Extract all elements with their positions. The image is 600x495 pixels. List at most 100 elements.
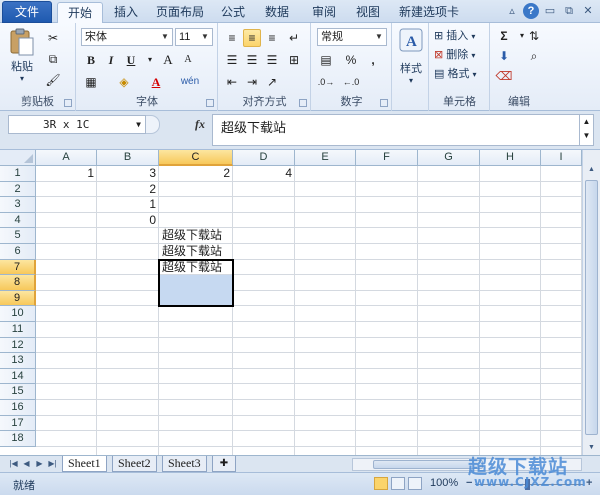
increase-font-button[interactable]: A [159,51,177,69]
tab-view[interactable]: 视图 [350,2,386,23]
cell-c1[interactable]: 2 [159,166,233,182]
clear-icon[interactable]: ⌫ [495,67,513,85]
tab-home[interactable]: 开始 [57,2,103,24]
row-header-15[interactable]: 15 [0,384,36,400]
formula-input[interactable]: 超级下载站 [212,114,580,146]
cell-b1[interactable]: 3 [97,166,159,182]
autosum-button[interactable]: Σ [495,27,513,45]
paste-button[interactable]: 粘贴 ▾ [6,27,38,83]
column-header-i[interactable]: I [541,150,582,166]
align-middle-icon[interactable]: ≡ [243,29,261,47]
row-header-8[interactable]: 8 [0,275,36,291]
decrease-decimal-icon[interactable]: ←.0 [342,73,360,91]
insert-function-button[interactable]: fx [190,115,210,134]
cell-b2[interactable]: 2 [97,182,159,198]
number-launcher-icon[interactable] [380,99,388,107]
delete-cells-button[interactable]: ⊠ 删除 ▾ [434,46,475,64]
row-header-5[interactable]: 5 [0,228,36,244]
tab-new-tab[interactable]: 新建选项卡 [395,2,463,23]
help-icon[interactable]: ? [523,3,539,19]
cell-d1[interactable]: 4 [233,166,295,182]
column-header-e[interactable]: E [295,150,356,166]
zoom-in-button[interactable]: + [586,477,592,489]
zoom-out-button[interactable]: − [466,477,472,489]
normal-view-icon[interactable] [374,477,388,490]
format-cells-button[interactable]: ▤ 格式 ▾ [434,65,477,83]
align-right-icon[interactable]: ☰ [263,51,281,69]
row-header-3[interactable]: 3 [0,197,36,213]
column-header-c[interactable]: C [159,150,233,166]
cell-area[interactable]: 1 3 2 1 0 2 超级下载站 超级下载站 超级下载站 4 [36,166,582,456]
minimize-icon[interactable]: ▭ [542,3,558,19]
cut-icon[interactable]: ✂ [44,29,62,47]
phonetic-guide-button[interactable]: wén [177,73,203,91]
borders-icon[interactable]: ▦ [82,73,100,91]
bold-button[interactable]: B [82,51,100,69]
row-header-13[interactable]: 13 [0,353,36,369]
clipboard-launcher-icon[interactable] [64,99,72,107]
wrap-text-icon[interactable]: ↵ [285,29,303,47]
insert-cells-button[interactable]: ⊞ 插入 ▾ [434,27,475,45]
column-header-h[interactable]: H [480,150,541,166]
tab-file[interactable]: 文件 [2,1,52,23]
accounting-format-icon[interactable]: ▤ [317,51,335,69]
sheet-tab-1[interactable]: Sheet1 [62,456,107,472]
column-header-f[interactable]: F [356,150,418,166]
row-header-2[interactable]: 2 [0,181,36,198]
column-header-a[interactable]: A [36,150,97,166]
row-header-14[interactable]: 14 [0,368,36,385]
font-launcher-icon[interactable] [206,99,214,107]
tab-review[interactable]: 审阅 [306,2,342,23]
styles-dropdown-icon[interactable]: ▾ [396,76,426,85]
scroll-up-icon[interactable]: ▲ [585,164,598,176]
sheet-tab-3[interactable]: Sheet3 [162,456,207,472]
underline-dropdown-icon[interactable]: ▾ [141,51,159,69]
cell-a1[interactable]: 1 [36,166,97,182]
row-header-12[interactable]: 12 [0,337,36,354]
styles-button[interactable]: A 样式 ▾ [396,27,426,85]
tab-data[interactable]: 数据 [259,2,295,23]
copy-icon[interactable]: ⧉ [44,50,62,68]
chevron-down-icon[interactable]: ▼ [136,116,141,133]
row-header-1[interactable]: 1 [0,166,36,182]
cell-c7[interactable]: 超级下载站 [159,260,233,276]
format-painter-icon[interactable]: 🖌 [44,71,62,89]
restore-icon[interactable]: ⧉ [561,3,577,19]
font-family-select[interactable]: 宋体 ▼ [81,28,173,46]
tab-page-layout[interactable]: 页面布局 [152,2,208,23]
next-sheet-icon[interactable]: ▶ [34,458,45,470]
row-header-18[interactable]: 18 [0,431,36,447]
paste-dropdown-icon[interactable]: ▾ [6,74,38,83]
align-bottom-icon[interactable]: ≡ [263,29,281,47]
row-header-6[interactable]: 6 [0,244,36,260]
formula-splitter[interactable] [146,115,160,134]
tab-formulas[interactable]: 公式 [215,2,251,23]
tab-insert[interactable]: 插入 [108,2,144,23]
page-layout-view-icon[interactable] [391,477,405,490]
column-header-b[interactable]: B [97,150,159,166]
vertical-scrollbar[interactable]: ▲ ▼ [582,150,600,456]
horizontal-scrollbar[interactable] [352,458,582,471]
cell-c6[interactable]: 超级下载站 [159,244,233,260]
prev-sheet-icon[interactable]: ◀ [21,458,32,470]
decrease-font-button[interactable]: A [179,51,197,69]
row-header-11[interactable]: 11 [0,322,36,338]
align-center-icon[interactable]: ☰ [243,51,261,69]
find-select-icon[interactable]: ⌕ [525,47,543,65]
font-color-button[interactable]: A [147,73,165,91]
zoom-level[interactable]: 100% [430,477,458,489]
horizontal-scroll-thumb[interactable] [373,460,483,469]
orientation-icon[interactable]: ↗ [263,73,281,91]
chevron-up-icon[interactable]: ▵ [504,3,520,19]
font-size-select[interactable]: 11 ▼ [175,28,213,46]
row-header-4[interactable]: 4 [0,212,36,229]
column-header-d[interactable]: D [233,150,295,166]
row-header-7[interactable]: 7 [0,259,36,276]
cell-b3[interactable]: 1 [97,197,159,213]
row-header-16[interactable]: 16 [0,400,36,416]
align-top-icon[interactable]: ≡ [223,29,241,47]
align-left-icon[interactable]: ☰ [223,51,241,69]
decrease-indent-icon[interactable]: ⇤ [223,73,241,91]
cell-b4[interactable]: 0 [97,213,159,229]
increase-indent-icon[interactable]: ⇥ [243,73,261,91]
